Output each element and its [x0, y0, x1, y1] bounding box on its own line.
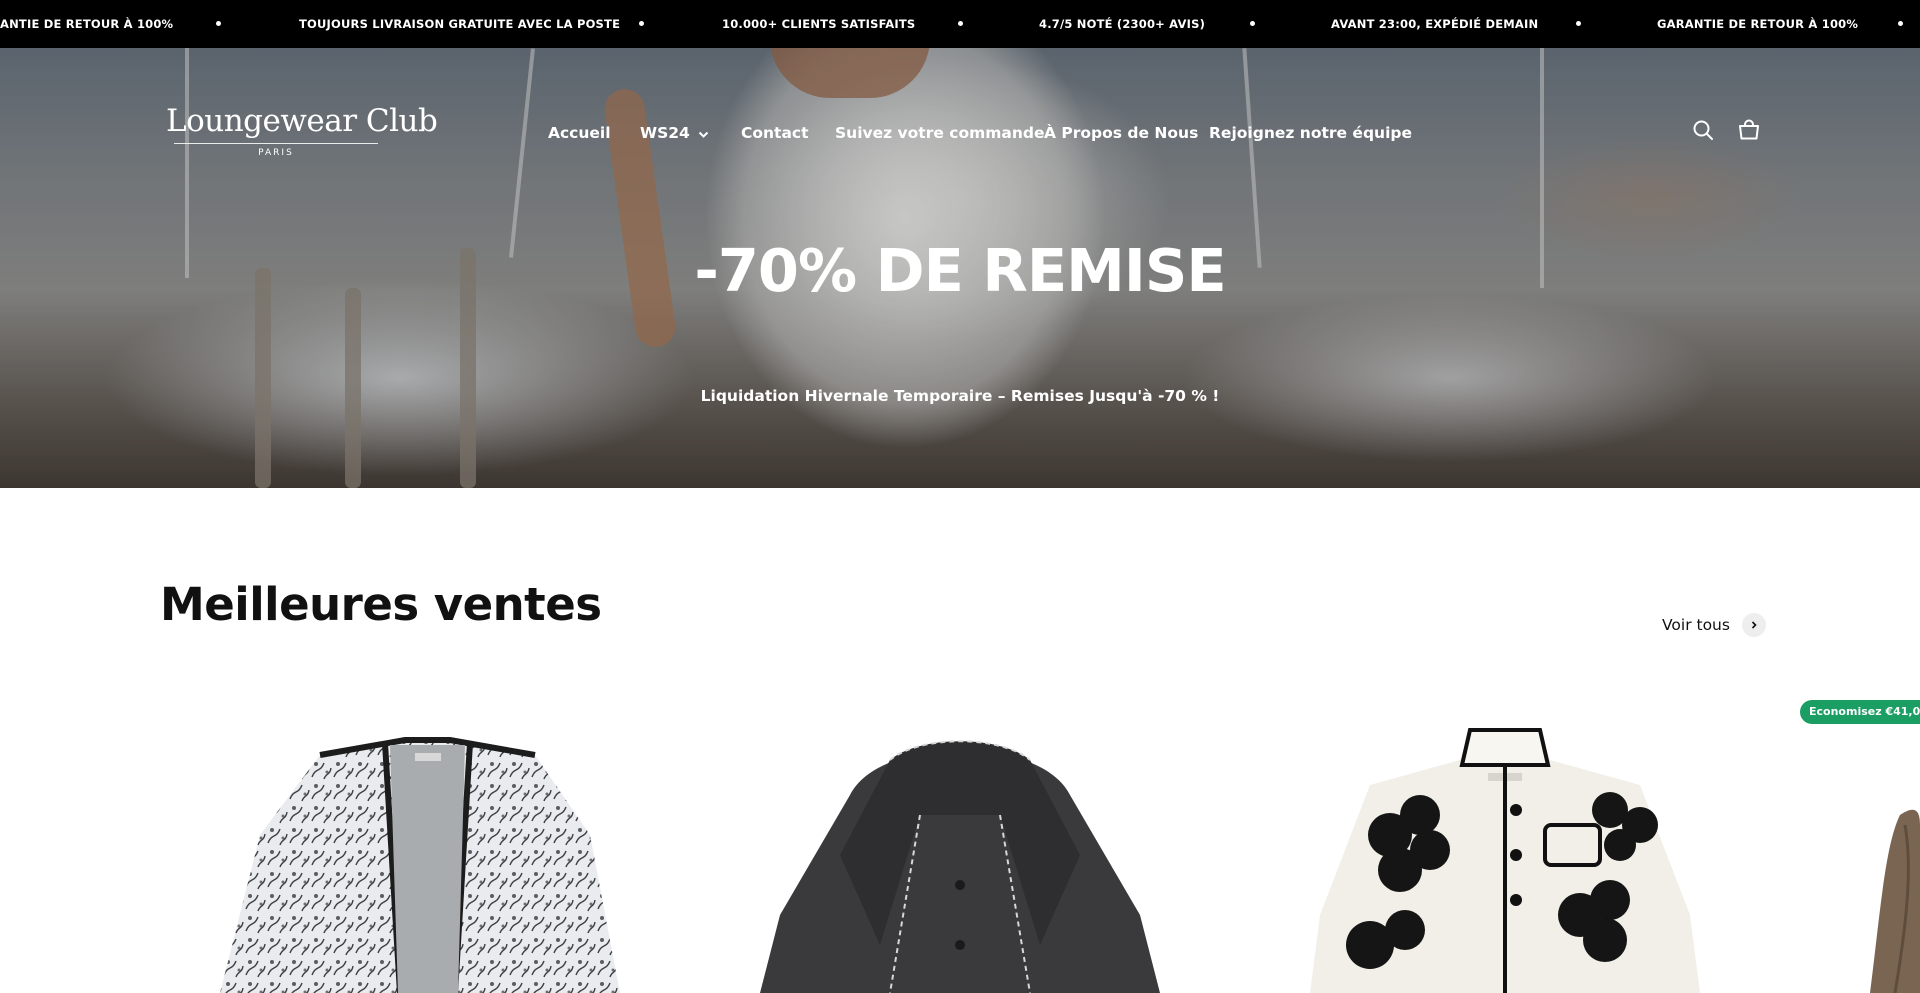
bullet-icon — [1250, 21, 1255, 26]
nav-item-accueil[interactable]: Accueil — [548, 118, 611, 148]
nav-item-contact[interactable]: Contact — [741, 118, 809, 148]
product-image — [760, 740, 1160, 993]
bullet-icon — [216, 21, 221, 26]
bullet-icon — [1576, 21, 1581, 26]
see-all-label: Voir tous — [1662, 616, 1730, 634]
product-image — [220, 737, 620, 993]
hero-banner: Loungewear Club PARIS Accueil WS24 Conta… — [0, 48, 1920, 488]
bullet-icon — [1898, 21, 1903, 26]
product-card[interactable] — [1820, 715, 1920, 993]
announcement-bar: ANTIE DE RETOUR À 100% TOUJOURS LIVRAISO… — [0, 0, 1920, 48]
logo-wordmark: Loungewear Club — [166, 103, 438, 139]
nav-item-label: WS24 — [640, 124, 690, 142]
announcement-item: TOUJOURS LIVRAISON GRATUITE AVEC LA POST… — [299, 17, 621, 31]
product-image — [1310, 728, 1700, 993]
announcement-item: 4.7/5 NOTÉ (2300+ AVIS) — [1039, 17, 1206, 31]
chevron-right-icon — [1741, 613, 1766, 637]
nav-item-suivez-commande[interactable]: Suivez votre commande — [835, 118, 1045, 148]
nav-item-ws24[interactable]: WS24 — [640, 118, 709, 149]
hero-subtitle: Liquidation Hivernale Temporaire – Remis… — [700, 387, 1220, 405]
bullet-icon — [639, 21, 644, 26]
announcement-item: AVANT 23:00, EXPÉDIÉ DEMAIN — [1331, 17, 1539, 31]
nav-item-rejoignez[interactable]: Rejoignez notre équipe — [1209, 118, 1412, 148]
discount-badge: Economisez €41,05 — [1800, 700, 1920, 724]
logo-subtitle: PARIS — [258, 148, 294, 158]
announcement-item: 10.000+ CLIENTS SATISFAITS — [722, 17, 916, 31]
hero-title: -70% DE REMISE — [694, 236, 1226, 305]
product-image — [1870, 809, 1920, 993]
product-card[interactable] — [200, 715, 640, 993]
product-card[interactable] — [740, 715, 1180, 993]
announcement-item: GARANTIE DE RETOUR À 100% — [1657, 17, 1859, 31]
chevron-down-icon — [698, 119, 709, 149]
section-title: Meilleures ventes — [160, 578, 602, 631]
cart-icon[interactable] — [1735, 116, 1763, 144]
announcement-item: ANTIE DE RETOUR À 100% — [0, 17, 174, 31]
search-icon[interactable] — [1689, 116, 1717, 144]
product-card[interactable] — [1280, 715, 1720, 993]
see-all-link[interactable]: Voir tous — [1662, 612, 1766, 638]
site-logo[interactable]: Loungewear Club PARIS — [166, 103, 438, 158]
nav-item-a-propos[interactable]: À Propos de Nous — [1044, 118, 1198, 148]
bullet-icon — [958, 21, 963, 26]
